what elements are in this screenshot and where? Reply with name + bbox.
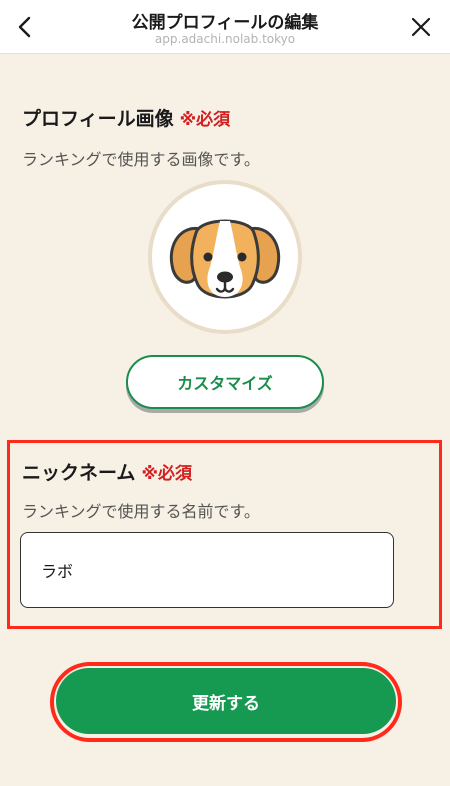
app-header: 公開プロフィールの編集 app.adachi.nolab.tokyo [0,0,450,54]
nickname-label: ニックネーム ※必須 [22,458,192,485]
nickname-label-text: ニックネーム [22,462,136,484]
page-title: 公開プロフィールの編集 [131,13,319,33]
required-badge: ※必須 [179,110,231,130]
close-icon [411,17,431,37]
avatar [148,180,302,334]
close-button[interactable] [406,12,436,42]
profile-image-description: ランキングで使用する画像です。 [22,150,260,169]
nickname-input[interactable] [20,532,394,608]
customize-button[interactable]: カスタマイズ [126,355,324,409]
profile-image-label-text: プロフィール画像 [22,108,174,130]
update-button[interactable]: 更新する [56,668,396,734]
beagle-dog-icon [169,219,281,299]
page-url: app.adachi.nolab.tokyo [154,32,296,46]
required-badge: ※必須 [141,464,192,484]
profile-image-label: プロフィール画像 ※必須 [22,104,230,131]
nickname-description: ランキングで使用する名前です。 [22,502,260,521]
